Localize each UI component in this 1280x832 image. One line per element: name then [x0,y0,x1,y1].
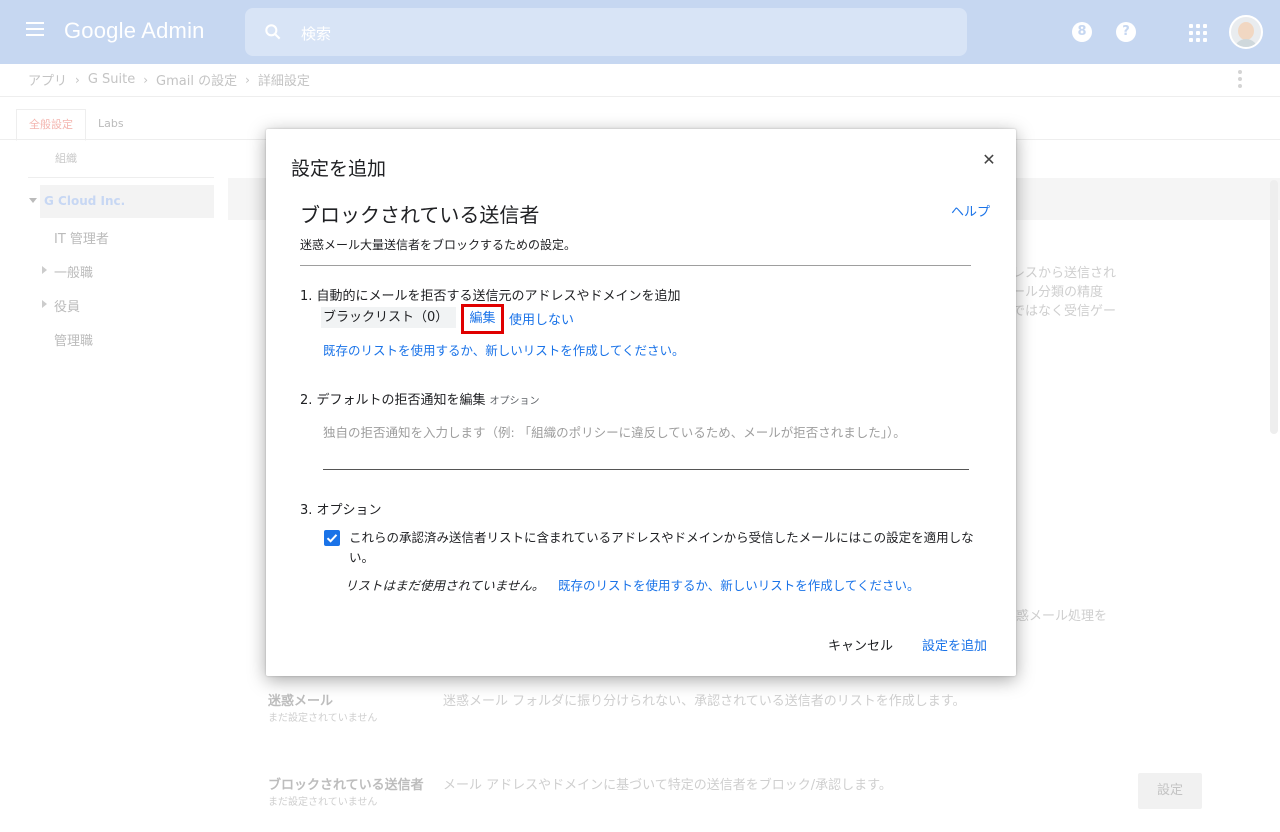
search-bar[interactable]: 検索 [245,8,967,56]
use-or-create-list-link-2[interactable]: 既存のリストを使用するか、新しいリストを作成してください。 [558,575,920,594]
scrollbar[interactable] [1270,180,1278,434]
use-or-create-list-link[interactable]: 既存のリストを使用するか、新しいリストを作成してください。 [323,340,685,359]
setting-status: まだ設定されていません [268,797,378,808]
section3-label: 3. オプション [300,503,382,518]
close-icon[interactable]: ✕ [980,151,998,169]
dialog-title: 設定を追加 [291,158,387,180]
bg-text: レスから送信され [1012,266,1117,281]
blacklist-chip: ブラックリスト（0） [321,307,456,328]
input-underline [323,469,969,470]
org-header: 組織 [55,152,77,165]
tab-labs[interactable]: Labs [86,109,136,141]
chevron-right-icon: › [143,72,149,87]
rejection-notice-input[interactable]: 独自の拒否通知を入力します（例: 「組織のポリシーに違反しているため、メールが拒… [323,422,906,441]
add-setting-button[interactable]: 設定を追加 [922,635,987,654]
search-icon [265,24,281,40]
menu-icon[interactable] [26,22,46,40]
checkbox-label: これらの承認済み送信者リストに含まれているアドレスやドメインから受信したメールに… [349,530,974,565]
setting-description: 迷惑メール フォルダに振り分けられない、承認されている送信者のリストを作成します… [443,694,966,709]
setting-description: 迷惑メール大量送信者をブロックするための設定。 [300,238,577,252]
breadcrumb-gmail-settings[interactable]: Gmail の設定 [156,70,237,89]
section1-label: 1. 自動的にメールを拒否する送信元のアドレスやドメインを追加 [300,289,681,304]
check-icon [326,534,338,543]
caret-down-icon[interactable] [29,198,37,203]
notifications-icon[interactable]: 8 [1072,22,1092,42]
breadcrumb-advanced: 詳細設定 [257,74,310,89]
cancel-button[interactable]: キャンセル [828,635,893,654]
configure-button[interactable]: 設定 [1138,773,1202,809]
divider [300,265,971,266]
apps-grid-icon[interactable] [1189,24,1207,42]
help-icon[interactable]: ? [1116,22,1136,42]
settings-tabs: 全般設定 Labs [16,109,136,141]
org-item-general[interactable]: 一般職 [54,262,93,281]
setting-title-spam[interactable]: 迷惑メール [268,690,333,709]
avatar[interactable] [1229,15,1263,49]
breadcrumb: アプリ › G Suite › Gmail の設定 › 詳細設定 [28,70,310,89]
bg-text: 惑メール処理を [1016,609,1108,624]
chevron-right-icon: › [75,72,80,87]
breadcrumb-gsuite[interactable]: G Suite [88,72,135,87]
caret-right-icon[interactable] [42,266,47,274]
section2-label-text: 2. デフォルトの拒否通知を編集 [300,393,486,408]
setting-title-blocked-senders[interactable]: ブロックされている送信者 [268,774,424,793]
help-link[interactable]: ヘルプ [951,201,990,220]
add-setting-dialog: 設定を追加 ✕ ブロックされている送信者 ヘルプ 迷惑メール大量送信者をブロック… [266,129,1016,676]
more-vert-icon[interactable] [1238,70,1242,88]
org-root-item[interactable]: G Cloud Inc. [40,185,214,218]
org-item-it-admin[interactable]: IT 管理者 [54,228,109,247]
setting-heading: ブロックされている送信者 [300,203,540,227]
bg-text: ール分類の精度 [1012,285,1104,300]
section2-label: 2. デフォルトの拒否通知を編集 オプション [300,389,540,408]
top-app-bar: Google Admin 検索 8 ? [0,0,1280,64]
breadcrumb-apps[interactable]: アプリ [28,70,67,89]
optional-tag: オプション [489,396,540,407]
org-item-executives[interactable]: 役員 [54,296,80,315]
tab-general[interactable]: 全般設定 [16,109,86,141]
edit-link[interactable]: 編集 [461,304,504,334]
bypass-approved-senders-checkbox[interactable] [324,530,340,546]
no-list-text: リストはまだ使用されていません。 [345,578,545,593]
caret-right-icon[interactable] [42,300,47,308]
search-input[interactable]: 検索 [301,23,331,44]
divider [0,96,1280,97]
setting-status: まだ設定されていません [268,713,378,724]
org-item-managers[interactable]: 管理職 [54,330,93,349]
app-logo[interactable]: Google Admin [64,18,205,44]
setting-description: メール アドレスやドメインに基づいて特定の送信者をブロック/承認します。 [443,778,892,793]
chevron-right-icon: › [245,72,250,87]
bg-text: ではなく受信ゲー [1012,304,1117,319]
do-not-use-link[interactable]: 使用しない [509,309,574,328]
divider [28,177,214,178]
